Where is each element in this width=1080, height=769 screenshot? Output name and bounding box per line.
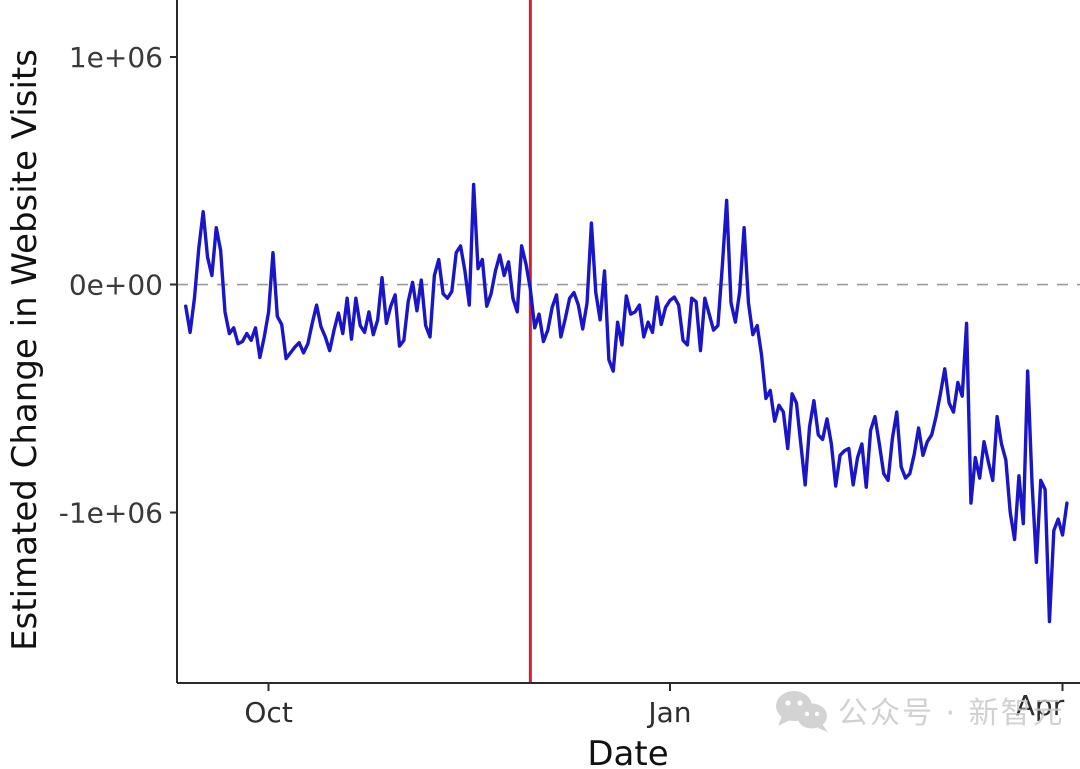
y-tick-label-1: 0e+00 <box>69 269 163 302</box>
time-series-chart: 1e+06 0e+00 -1e+06 Oct Jan Apr Estimated… <box>5 0 1080 769</box>
x-tick-label-oct: Oct <box>244 696 292 729</box>
x-axis-title: Date <box>587 734 668 769</box>
y-axis-title: Estimated Change in Website Visits <box>5 49 45 651</box>
chart-container: 1e+06 0e+00 -1e+06 Oct Jan Apr Estimated… <box>0 0 1080 769</box>
watermark-label: 公众号 · 新智元 <box>838 696 1065 731</box>
x-tick-label-jan: Jan <box>646 696 691 729</box>
watermark: 公众号 · 新智元 <box>776 691 1065 732</box>
plot-background <box>177 0 1080 683</box>
y-axis-ticks: 1e+06 0e+00 -1e+06 <box>59 41 177 529</box>
y-tick-label-2: -1e+06 <box>59 496 163 529</box>
y-tick-label-0: 1e+06 <box>69 41 163 74</box>
wechat-icon <box>776 691 828 732</box>
